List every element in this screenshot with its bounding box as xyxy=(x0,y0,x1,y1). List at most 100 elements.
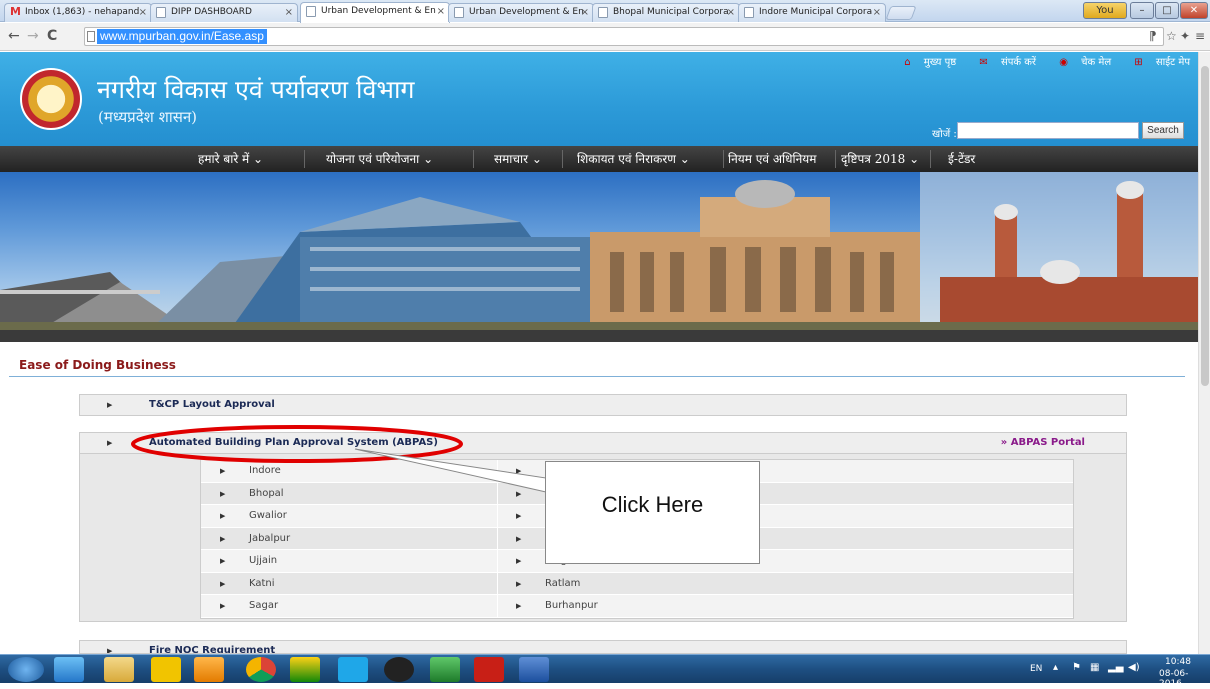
top-link-sitemap[interactable]: ⊞ साईट मेप xyxy=(1124,57,1190,68)
close-tab-icon[interactable]: × xyxy=(727,4,735,21)
nav-about-us[interactable]: हमारे बारे में ⌄ xyxy=(198,146,263,172)
search-label: खोजें : xyxy=(932,129,957,140)
tab-dipp-dashboard[interactable]: DIPP DASHBOARD × xyxy=(150,3,298,22)
nav-vision-2018[interactable]: दृष्टिपत्र 2018 ⌄ xyxy=(841,146,919,172)
city-link-burhanpur[interactable]: ▶ Burhanpur xyxy=(497,595,1071,617)
skype-icon[interactable] xyxy=(338,657,368,682)
page-icon xyxy=(306,6,316,17)
bullet-icon: ▶ xyxy=(220,512,226,520)
network-icon[interactable]: ▦ xyxy=(1090,662,1099,673)
excel-icon[interactable] xyxy=(430,657,460,682)
city-link-katni[interactable]: ▶ Katni xyxy=(201,573,496,595)
top-links: ⌂ मुख्य पृष्ठ ✉ संपर्क करें ◉ चेक मेल ⊞ … xyxy=(884,54,1190,68)
page-icon xyxy=(454,7,464,18)
bullet-icon: ▶ xyxy=(220,557,226,565)
city-row: ▶ Katni ▶ Ratlam xyxy=(201,572,1073,595)
tab-urban-development-active[interactable]: Urban Development & En × xyxy=(300,2,450,23)
top-link-home[interactable]: ⌂ मुख्य पृष्ठ xyxy=(894,57,956,68)
mail-icon: ✉ xyxy=(979,57,988,68)
new-tab-button[interactable] xyxy=(885,6,917,20)
accordion-tcp-layout-approval[interactable]: ▶ T&CP Layout Approval xyxy=(79,394,1127,416)
city-link-indore[interactable]: ▶ Indore xyxy=(201,460,496,482)
help-icon[interactable] xyxy=(151,657,181,682)
close-tab-icon[interactable]: × xyxy=(581,4,589,21)
nav-complaints[interactable]: शिकायत एवं निराकरण ⌄ xyxy=(577,146,690,172)
nav-divider xyxy=(562,150,563,168)
city-row: ▶ Sagar ▶ Burhanpur xyxy=(201,595,1073,618)
caret-right-icon: ▶ xyxy=(107,401,113,409)
caret-right-icon: ▶ xyxy=(107,647,113,654)
word-icon[interactable] xyxy=(519,657,549,682)
close-tab-icon[interactable]: × xyxy=(285,4,293,21)
close-tab-icon[interactable]: × xyxy=(437,3,445,20)
ey-discover-icon[interactable] xyxy=(290,657,320,682)
nav-divider xyxy=(723,150,724,168)
city-link-jabalpur[interactable]: ▶ Jabalpur xyxy=(201,528,496,550)
tab-urban-development[interactable]: Urban Development & En × xyxy=(448,3,594,22)
nav-divider xyxy=(473,150,474,168)
home-icon: ⌂ xyxy=(904,57,911,68)
bookmark-star-icon[interactable]: ☆ xyxy=(1166,28,1177,44)
url-input[interactable]: www.mpurban.gov.in/Ease.asp xyxy=(84,27,1164,46)
city-link-ujjain[interactable]: ▶ Ujjain xyxy=(201,550,496,572)
tray-expand-icon[interactable]: ▴ xyxy=(1053,662,1058,673)
clock-time[interactable]: 10:48 xyxy=(1165,657,1191,667)
forward-icon[interactable]: → xyxy=(27,28,39,44)
accordion-abpas[interactable]: ▶ Automated Building Plan Approval Syste… xyxy=(79,432,1127,454)
onenote-icon[interactable] xyxy=(194,657,224,682)
close-window-icon[interactable]: ✕ xyxy=(1180,2,1208,19)
site-subtitle: (मध्यप्रदेश शासन) xyxy=(98,108,198,126)
flag-icon[interactable]: ⚑ xyxy=(1072,662,1081,673)
pidgin-icon[interactable] xyxy=(384,657,414,682)
file-explorer-icon[interactable] xyxy=(104,657,134,682)
nav-news[interactable]: समाचार ⌄ xyxy=(494,146,542,172)
search-input[interactable] xyxy=(957,122,1139,139)
city-link-ratlam[interactable]: ▶ Ratlam xyxy=(497,572,1071,595)
scrollbar-thumb[interactable] xyxy=(1201,66,1209,386)
tab-indore-municipal[interactable]: Indore Municipal Corpora × xyxy=(738,3,886,22)
signal-icon[interactable]: ▂▄ xyxy=(1108,662,1123,673)
user-badge[interactable]: You xyxy=(1083,2,1127,19)
bullet-icon: ▶ xyxy=(220,534,226,543)
windows-taskbar: EN ▴ ⚑ ▦ ▂▄ ◀) 10:48 08-06-2016 xyxy=(0,654,1210,689)
internet-explorer-icon[interactable] xyxy=(54,657,84,682)
close-tab-icon[interactable]: × xyxy=(139,4,147,21)
click-here-callout: Click Here xyxy=(545,461,760,564)
bullet-icon: ▶ xyxy=(220,602,226,610)
reload-icon[interactable]: C xyxy=(47,28,57,44)
abpas-portal-link[interactable]: » ABPAS Portal xyxy=(1001,437,1085,448)
city-link-bhopal[interactable]: ▶ Bhopal xyxy=(201,483,496,505)
maximize-icon[interactable]: □ xyxy=(1155,2,1179,19)
back-icon[interactable]: ← xyxy=(8,28,20,44)
menu-icon[interactable]: ≡ xyxy=(1195,28,1205,44)
page-icon xyxy=(156,7,166,18)
page-scrollbar[interactable] xyxy=(1198,52,1210,654)
nav-e-tender[interactable]: ई-टेंडर xyxy=(948,146,975,172)
gmail-icon: M xyxy=(10,5,21,18)
city-banner-image xyxy=(0,172,1198,330)
tab-bhopal-municipal[interactable]: Bhopal Municipal Corpora × xyxy=(592,3,740,22)
extension-icon[interactable]: ✦ xyxy=(1180,28,1190,44)
bullet-icon: ▶ xyxy=(220,579,226,588)
search-button[interactable]: Search xyxy=(1142,122,1184,139)
accordion-fire-noc[interactable]: ▶ Fire NOC Requirement xyxy=(79,640,1127,654)
city-link-sagar[interactable]: ▶ Sagar xyxy=(201,595,496,617)
translate-icon[interactable]: ⁋ xyxy=(1149,28,1157,44)
acrobat-icon[interactable] xyxy=(474,657,504,682)
clock-date[interactable]: 08-06-2016 xyxy=(1159,669,1210,689)
nav-rules-acts[interactable]: नियम एवं अधिनियम xyxy=(728,146,816,172)
top-link-contact[interactable]: ✉ संपर्क करें xyxy=(969,57,1036,68)
language-indicator[interactable]: EN xyxy=(1030,664,1042,674)
windows-start-icon[interactable] xyxy=(8,657,44,682)
city-link-gwalior[interactable]: ▶ Gwalior xyxy=(201,505,496,527)
section-title: Ease of Doing Business xyxy=(19,358,176,372)
caret-right-icon: ▶ xyxy=(107,439,113,447)
chrome-icon[interactable] xyxy=(246,657,276,682)
bullet-icon: ▶ xyxy=(516,467,522,475)
close-tab-icon[interactable]: × xyxy=(873,4,881,21)
minimize-icon[interactable]: – xyxy=(1130,2,1154,19)
nav-schemes-projects[interactable]: योजना एवं परियोजना ⌄ xyxy=(326,146,433,172)
tab-inbox[interactable]: M Inbox (1,863) - nehapand × xyxy=(4,3,152,22)
top-link-check-mail[interactable]: ◉ चेक मेल xyxy=(1049,57,1111,68)
volume-icon[interactable]: ◀) xyxy=(1128,662,1140,673)
